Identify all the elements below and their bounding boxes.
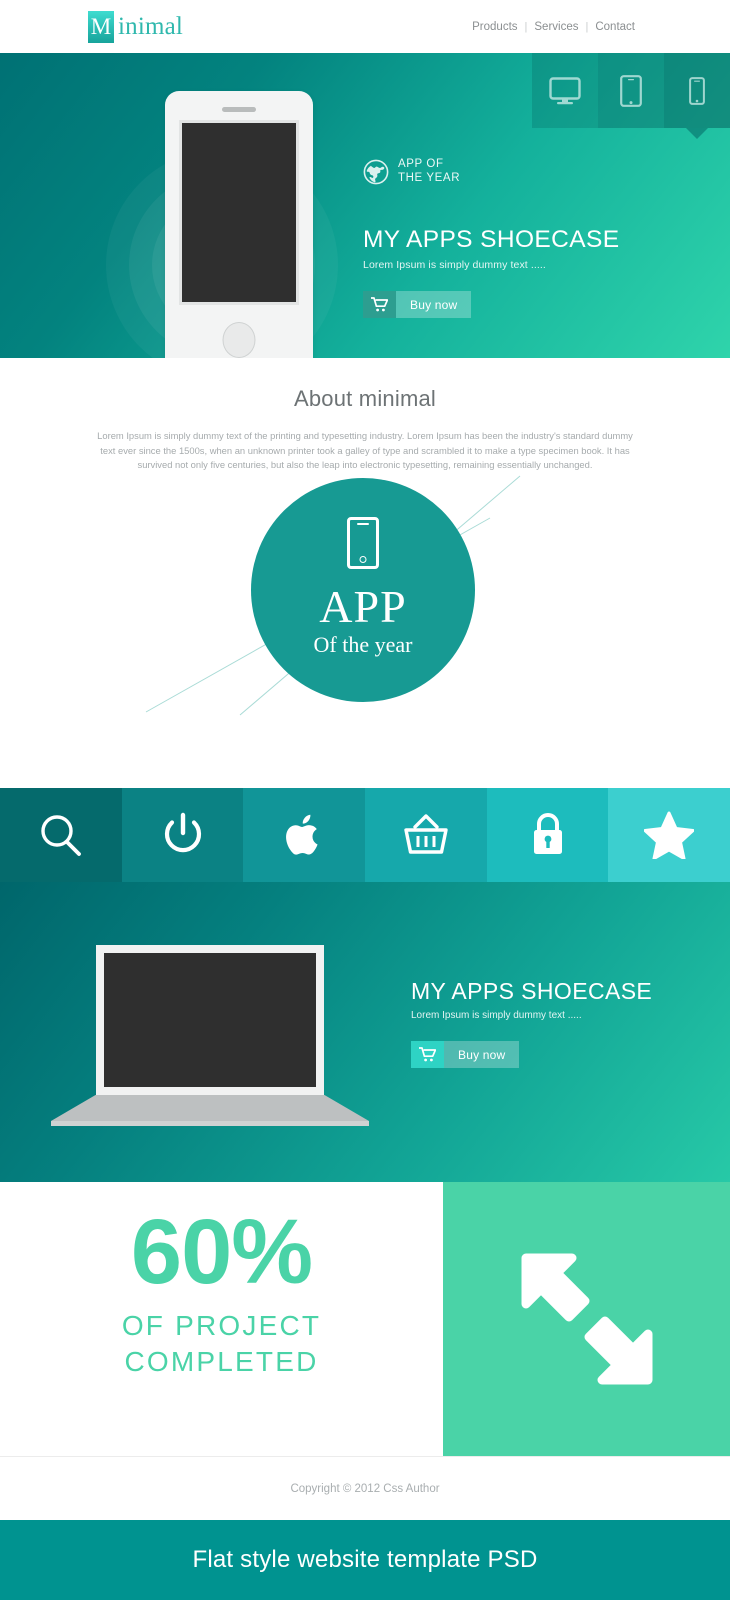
basket-icon [404, 814, 448, 854]
award-text: APP OF THE YEAR [398, 158, 460, 185]
phone-mockup [165, 91, 313, 358]
icon-cell-apple[interactable] [243, 788, 366, 882]
device-tab-desktop[interactable] [532, 53, 598, 128]
star-icon [644, 811, 695, 859]
badge-phone-icon [347, 517, 379, 569]
lock-icon [533, 813, 562, 854]
laptop-lid [96, 945, 324, 1095]
desktop-icon [549, 76, 581, 104]
main-nav: Products | Services | Contact [465, 21, 642, 33]
icon-strip [0, 788, 730, 882]
device-tabs [532, 53, 730, 128]
hero-copy: APP OF THE YEAR MY APPS SHOECASE Lorem I… [363, 158, 663, 318]
nav-item-products[interactable]: Products [465, 21, 524, 33]
device-tab-phone[interactable] [664, 53, 730, 128]
logo-mark: M [88, 11, 114, 43]
badge-title: APP [319, 581, 407, 632]
icon-cell-search[interactable] [0, 788, 122, 882]
search-icon [41, 815, 81, 856]
copyright-text: Copyright © 2012 Css Author [290, 1482, 440, 1495]
site-logo[interactable]: M inimal [88, 11, 183, 43]
laptop-section: MY APPS SHOECASE Lorem Ipsum is simply d… [0, 882, 730, 1182]
power-icon [164, 812, 201, 853]
nav-item-contact[interactable]: Contact [588, 21, 642, 33]
stat-label-line-1: OF PROJECT [121, 1310, 322, 1341]
hero-section: APP OF THE YEAR MY APPS SHOECASE Lorem I… [0, 53, 730, 358]
award-line-2: THE YEAR [398, 171, 461, 184]
hero-subtitle: Lorem Ipsum is simply dummy text ..... [363, 259, 546, 271]
stat-label-line-2: COMPLETED [124, 1346, 319, 1377]
hero-title: MY APPS SHOECASE [363, 226, 620, 253]
app-of-the-year-badge: APP Of the year [251, 478, 475, 702]
cart-icon-wrap [411, 1041, 444, 1068]
award-badge: APP OF THE YEAR [363, 158, 663, 185]
apple-icon [286, 814, 318, 855]
site-header: M inimal Products | Services | Contact [0, 0, 730, 53]
laptop-title: MY APPS SHOECASE [411, 978, 653, 1004]
hero-buy-now-button[interactable]: Buy now [363, 291, 472, 318]
laptop-base [51, 1095, 369, 1121]
cart-icon [371, 297, 388, 312]
laptop-foot [51, 1121, 369, 1126]
laptop-buy-now-label: Buy now [444, 1041, 520, 1068]
logo-text: inimal [118, 13, 184, 40]
about-body: Lorem Ipsum is simply dummy text of the … [97, 430, 633, 471]
laptop-copy: MY APPS SHOECASE Lorem Ipsum is simply d… [411, 978, 711, 1068]
bottom-ribbon: Flat style website template PSD [0, 1520, 730, 1600]
laptop-screen [104, 953, 316, 1087]
resize-arrows-icon [521, 1253, 652, 1385]
award-line-1: APP OF [398, 158, 444, 170]
stat-percentage: 60% [130, 1201, 313, 1303]
phone-icon [689, 76, 705, 105]
icon-cell-basket[interactable] [365, 788, 487, 882]
stats-left-panel: 60% OF PROJECT COMPLETED [0, 1182, 443, 1456]
phone-speaker [222, 107, 256, 112]
site-footer: Copyright © 2012 Css Author [0, 1456, 730, 1520]
laptop-mockup [51, 945, 369, 1126]
ribbon-text: Flat style website template PSD [192, 1546, 538, 1573]
phone-home-button [222, 322, 256, 358]
cart-icon [419, 1047, 436, 1062]
badge-subtitle: Of the year [313, 632, 413, 657]
app-badge-wrap: APP Of the year [0, 470, 730, 740]
device-tab-tablet[interactable] [598, 53, 664, 128]
about-section: About minimal Lorem Ipsum is simply dumm… [0, 358, 730, 778]
icon-cell-lock[interactable] [486, 788, 609, 882]
globe-icon [363, 159, 389, 184]
nav-item-services[interactable]: Services [527, 21, 585, 33]
hero-buy-now-label: Buy now [396, 291, 472, 318]
phone-screen [179, 120, 299, 305]
about-title: About minimal [294, 386, 436, 411]
cart-icon-wrap [363, 291, 396, 318]
icon-cell-star[interactable] [608, 788, 730, 882]
tablet-icon [620, 74, 642, 107]
icon-cell-power[interactable] [121, 788, 244, 882]
stats-section: 60% OF PROJECT COMPLETED [0, 1182, 730, 1456]
stats-right-panel [443, 1182, 730, 1456]
laptop-subtitle: Lorem Ipsum is simply dummy text ..... [411, 1010, 582, 1021]
laptop-buy-now-button[interactable]: Buy now [411, 1041, 520, 1068]
